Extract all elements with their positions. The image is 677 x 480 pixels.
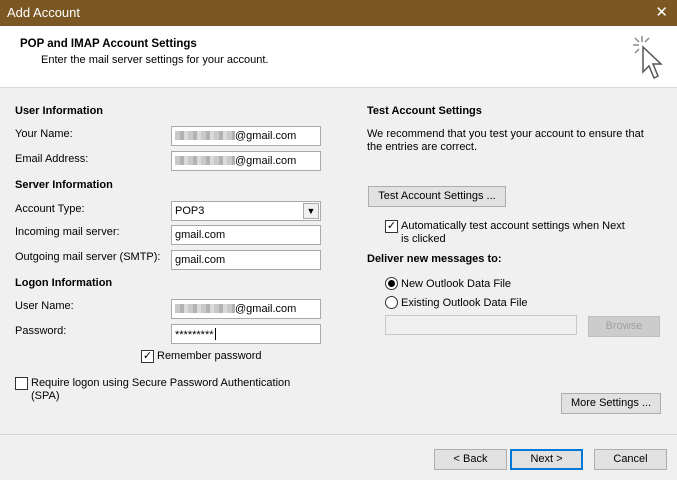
- footer-divider: [0, 434, 677, 435]
- test-account-settings-button[interactable]: Test Account Settings ...: [368, 186, 506, 207]
- username-field[interactable]: @gmail.com: [171, 299, 321, 319]
- cancel-button[interactable]: Cancel: [594, 449, 667, 470]
- spa-label-continued[interactable]: (SPA): [31, 390, 60, 402]
- window-title: Add Account: [7, 5, 80, 20]
- email-label: Email Address:: [15, 153, 89, 165]
- spa-checkbox[interactable]: [15, 377, 28, 390]
- more-settings-button[interactable]: More Settings ...: [561, 393, 661, 414]
- existing-data-file-label[interactable]: Existing Outlook Data File: [401, 297, 528, 309]
- chevron-down-icon[interactable]: ▼: [303, 203, 319, 219]
- spa-label[interactable]: Require logon using Secure Password Auth…: [31, 377, 290, 389]
- dialog-header: POP and IMAP Account Settings Enter the …: [0, 26, 677, 88]
- test-description-line1: We recommend that you test your account …: [367, 128, 644, 140]
- remember-password-label[interactable]: Remember password: [157, 350, 262, 362]
- test-description-line2: the entries are correct.: [367, 141, 478, 153]
- your-name-field[interactable]: @gmail.com: [171, 126, 321, 146]
- account-type-select[interactable]: POP3 ▼: [171, 201, 321, 221]
- outgoing-server-label: Outgoing mail server (SMTP):: [15, 251, 161, 263]
- remember-password-checkbox[interactable]: ✓: [141, 350, 154, 363]
- new-data-file-radio[interactable]: [385, 277, 398, 290]
- data-file-path-field: [385, 315, 577, 335]
- auto-test-label-continued[interactable]: is clicked: [401, 233, 446, 245]
- existing-data-file-radio[interactable]: [385, 296, 398, 309]
- deliver-heading: Deliver new messages to:: [367, 253, 502, 265]
- back-button[interactable]: < Back: [434, 449, 507, 470]
- redacted-text: [175, 156, 235, 165]
- auto-test-checkbox[interactable]: ✓: [385, 220, 398, 233]
- close-icon[interactable]: ✕: [655, 3, 668, 21]
- header-title: POP and IMAP Account Settings: [20, 38, 197, 50]
- test-settings-heading: Test Account Settings: [367, 105, 482, 117]
- redacted-text: [175, 131, 235, 140]
- password-label: Password:: [15, 325, 67, 337]
- next-button[interactable]: Next >: [510, 449, 583, 470]
- account-type-label: Account Type:: [15, 203, 85, 215]
- cursor-click-icon: [633, 36, 663, 80]
- logon-info-heading: Logon Information: [15, 277, 113, 289]
- outgoing-server-field[interactable]: gmail.com: [171, 250, 321, 270]
- password-field[interactable]: *********: [171, 324, 321, 344]
- header-subtitle: Enter the mail server settings for your …: [41, 54, 269, 66]
- user-info-heading: User Information: [15, 105, 104, 117]
- email-field[interactable]: @gmail.com: [171, 151, 321, 171]
- auto-test-label[interactable]: Automatically test account settings when…: [401, 220, 625, 232]
- title-bar: Add Account ✕: [0, 0, 677, 26]
- username-label: User Name:: [15, 300, 74, 312]
- server-info-heading: Server Information: [15, 179, 113, 191]
- incoming-server-field[interactable]: gmail.com: [171, 225, 321, 245]
- your-name-label: Your Name:: [15, 128, 73, 140]
- browse-button: Browse: [588, 316, 660, 337]
- text-caret: [214, 328, 216, 340]
- incoming-server-label: Incoming mail server:: [15, 226, 120, 238]
- redacted-text: [175, 304, 235, 313]
- new-data-file-label[interactable]: New Outlook Data File: [401, 278, 511, 290]
